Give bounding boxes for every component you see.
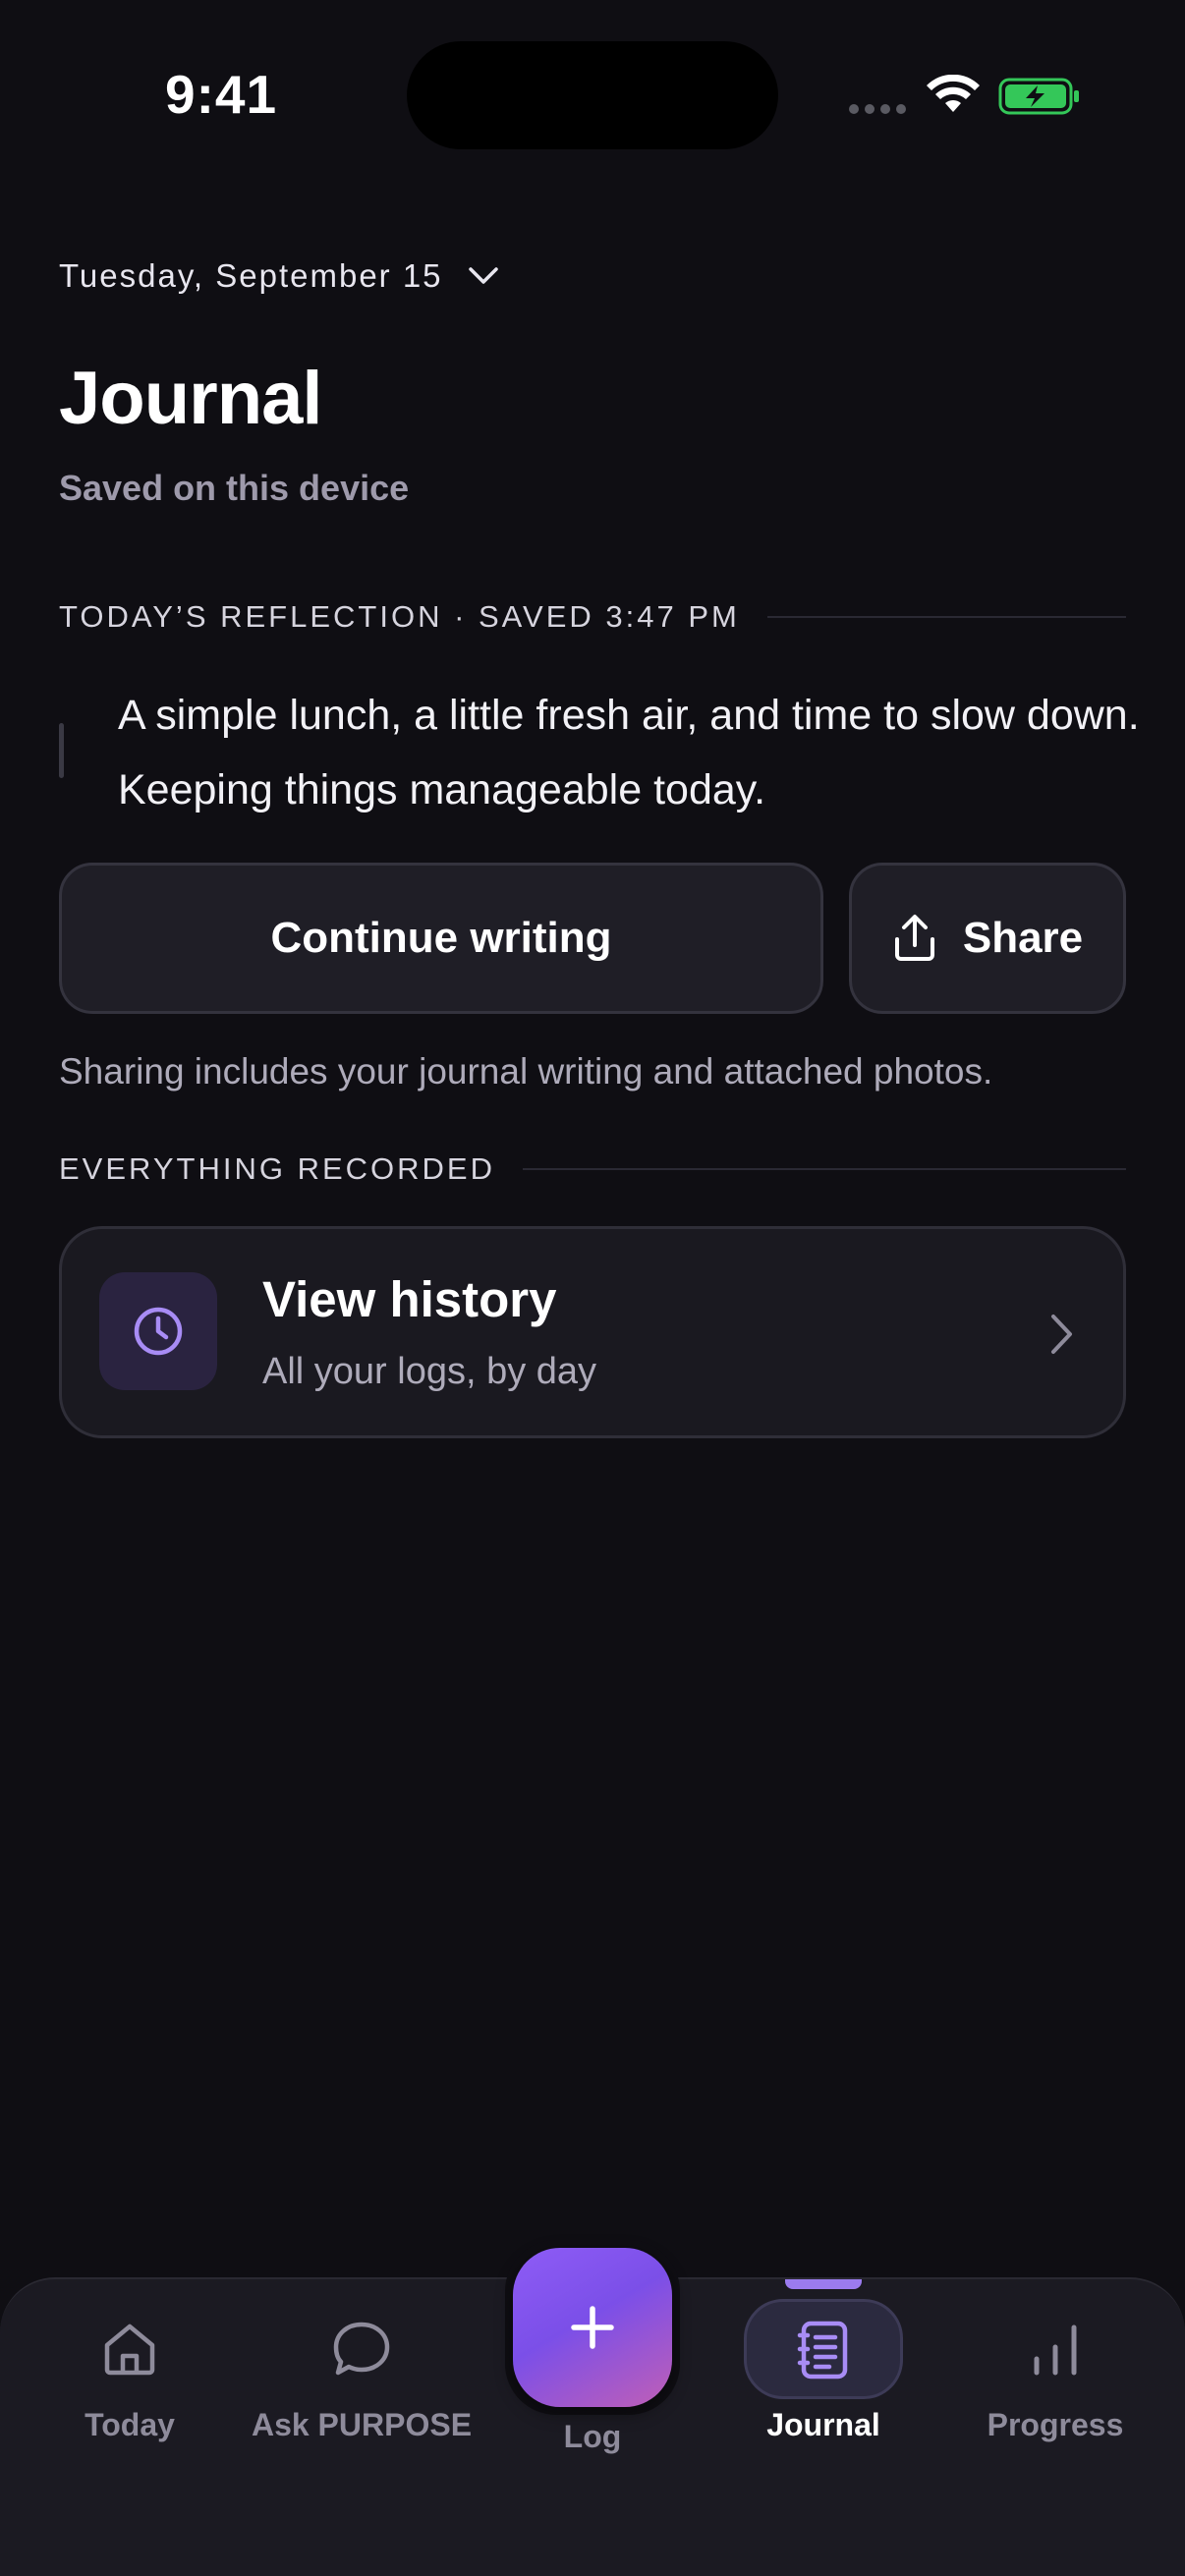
continue-writing-button[interactable]: Continue writing [59,863,823,1014]
wifi-icon [927,75,980,112]
share-button[interactable]: Share [849,863,1126,1014]
home-icon [104,2324,155,2376]
battery-icon [998,78,1079,115]
view-history-card[interactable]: View history All your logs, by day [59,1226,1126,1438]
history-icon-tile [99,1272,217,1390]
clock-icon [134,1307,183,1356]
continue-writing-label: Continue writing [270,914,612,962]
tab-today[interactable]: Today [12,2279,248,2495]
status-time: 9:41 [165,64,278,125]
bar-chart-icon [1034,2324,1077,2376]
active-tab-indicator [785,2279,862,2289]
share-note: Sharing includes your journal writing an… [59,1051,993,1092]
dynamic-island [407,41,778,149]
tab-ask-purpose-label: Ask PURPOSE [251,2407,473,2442]
cellular-signal-icon [849,104,906,114]
journal-icon [797,2321,848,2380]
history-title: View history [262,1271,557,1327]
log-button[interactable] [513,2248,672,2407]
tab-today-label: Today [85,2407,175,2442]
chat-bubble-icon [333,2322,390,2376]
plus-icon [571,2306,614,2349]
tab-ask-purpose[interactable]: Ask PURPOSE [244,2279,480,2495]
recorded-section-label: EVERYTHING RECORDED [59,1151,495,1186]
tab-journal[interactable]: Journal [705,2279,941,2495]
status-bar: 9:41 [0,0,1185,157]
tab-journal-label: Journal [766,2407,880,2442]
history-subtitle: All your logs, by day [262,1351,597,1392]
share-icon [894,915,934,961]
share-label: Share [962,914,1084,962]
date-selector[interactable]: Tuesday, September 15 [59,257,500,295]
log-label: Log [563,2419,622,2454]
date-label: Tuesday, September 15 [59,257,443,294]
recorded-section-header: EVERYTHING RECORDED [59,1151,1126,1187]
divider [523,1168,1126,1170]
tab-progress[interactable]: Progress [937,2279,1173,2495]
reflection-section-header: TODAY’S REFLECTION · SAVED 3:47 PM [59,599,1126,635]
page-title: Journal [59,357,322,440]
reflection-section-label: TODAY’S REFLECTION · SAVED 3:47 PM [59,599,740,634]
chevron-right-icon [1051,1315,1072,1354]
chevron-down-icon [468,267,498,284]
quote-bar [59,723,64,778]
tab-progress-label: Progress [987,2407,1124,2442]
divider [766,616,1126,618]
reflection-text: A simple lunch, a little fresh air, and … [118,692,1140,813]
page-subtitle: Saved on this device [59,468,410,508]
